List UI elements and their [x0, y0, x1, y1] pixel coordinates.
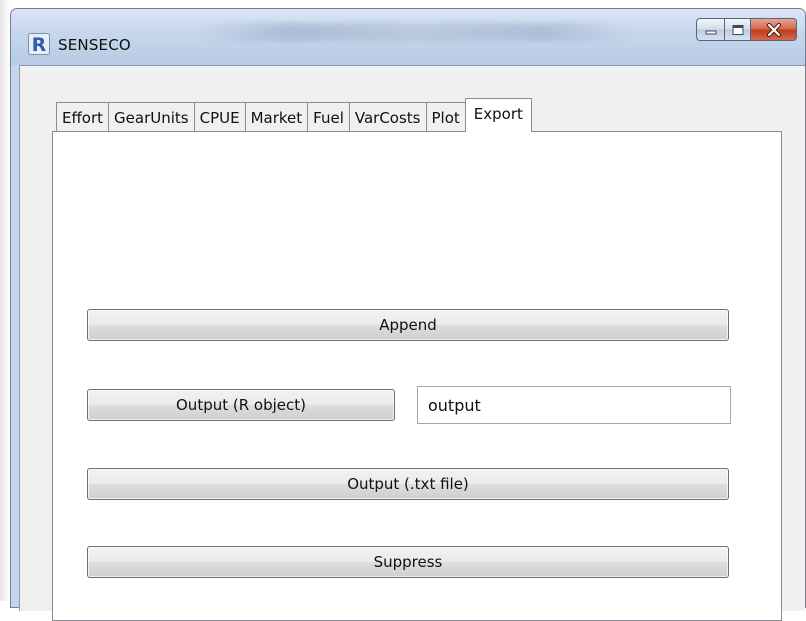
output-name-input[interactable]	[417, 386, 731, 424]
tab-strip: Effort GearUnits CPUE Market Fuel VarCos…	[56, 98, 532, 132]
maximize-icon	[732, 24, 743, 35]
close-button[interactable]	[751, 18, 797, 41]
tab-plot[interactable]: Plot	[425, 102, 466, 132]
append-button[interactable]: Append	[87, 309, 729, 341]
tab-cpue[interactable]: CPUE	[193, 102, 246, 132]
close-icon	[766, 22, 781, 37]
output-r-object-button[interactable]: Output (R object)	[87, 389, 395, 421]
app-window: R SENSECO Effort GearUnits CPUE Market F…	[10, 8, 806, 621]
background-edge	[0, 0, 10, 601]
minimize-icon	[705, 30, 716, 34]
client-area: Effort GearUnits CPUE Market Fuel VarCos…	[19, 65, 805, 621]
title-bar[interactable]: R SENSECO	[11, 9, 805, 65]
tab-export[interactable]: Export	[464, 98, 532, 132]
suppress-button[interactable]: Suppress	[87, 546, 729, 578]
window-title: SENSECO	[58, 36, 131, 54]
minimize-button[interactable]	[696, 18, 724, 41]
tab-market[interactable]: Market	[244, 102, 309, 132]
output-txt-file-button[interactable]: Output (.txt file)	[87, 468, 729, 500]
tab-fuel[interactable]: Fuel	[307, 102, 350, 132]
desktop: R SENSECO Effort GearUnits CPUE Market F…	[0, 0, 806, 621]
window-controls	[696, 18, 797, 41]
r-logo-icon[interactable]: R	[28, 33, 50, 55]
blurred-background-titles	[201, 23, 631, 41]
tab-gearunits[interactable]: GearUnits	[108, 102, 195, 132]
export-panel: Append Output (R object) Output (.txt fi…	[52, 131, 782, 621]
tab-varcosts[interactable]: VarCosts	[348, 102, 427, 132]
tab-effort[interactable]: Effort	[56, 102, 110, 132]
maximize-button[interactable]	[724, 18, 751, 41]
svg-text:R: R	[32, 34, 47, 55]
